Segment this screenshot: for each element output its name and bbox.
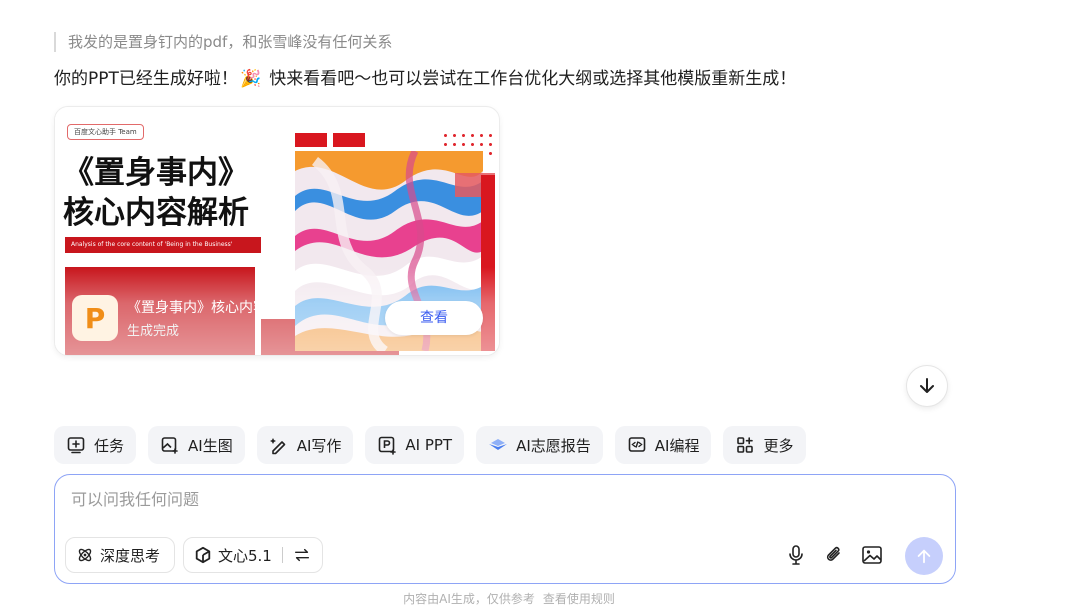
ppt-icon — [379, 436, 397, 455]
quick-action-more[interactable]: 更多 — [723, 426, 806, 464]
quick-action-label: 任务 — [94, 436, 125, 455]
ppt-file-status: 生成完成 — [127, 324, 180, 339]
slide-red-bar — [333, 133, 365, 147]
quick-action-label: AI生图 — [188, 436, 233, 455]
quoted-message: 我发的是置身钉内的pdf，和张雪峰没有任何关系 — [54, 32, 392, 52]
arrow-down-icon — [920, 378, 934, 393]
report-icon — [489, 439, 508, 450]
divider — [281, 547, 283, 563]
quick-action-task[interactable]: 任务 — [54, 426, 137, 464]
attach-button[interactable] — [820, 541, 848, 569]
quick-action-ai-report[interactable]: AI志愿报告 — [476, 426, 603, 464]
slide-title: 《置身事内》 核心内容解析 — [63, 153, 249, 233]
paperclip-icon — [826, 546, 840, 561]
slide-red-bar — [295, 133, 327, 147]
quick-action-label: AI志愿报告 — [516, 436, 591, 455]
task-icon — [67, 437, 85, 454]
grid-icon — [737, 437, 754, 453]
pen-icon — [269, 438, 286, 455]
arrow-up-icon — [917, 549, 931, 564]
image-gen-icon — [161, 437, 178, 454]
ppt-file-icon: P — [72, 295, 118, 341]
quick-action-ai-image[interactable]: AI生图 — [148, 426, 245, 464]
quick-action-label: AI PPT — [405, 436, 453, 454]
image-icon — [862, 546, 882, 564]
ppt-file-name: 《置身事内》核心内容解析 — [127, 300, 295, 316]
party-emoji: 🎉 — [240, 69, 262, 89]
reply-text-after: 快来看看吧～也可以尝试在工作台优化大纲或选择其他模版重新生成！ — [263, 69, 797, 89]
chat-input[interactable] — [71, 487, 771, 511]
microphone-button[interactable] — [782, 541, 810, 569]
quick-actions-bar: 任务 AI生图 AI写作 AI PPT AI志愿报告 AI编程 更多 — [54, 426, 806, 464]
model-label: 文心5.1 — [218, 546, 272, 565]
assistant-reply: 你的PPT已经生成好啦！ 🎉 快来看看吧～也可以尝试在工作台优化大纲或选择其他模版… — [54, 67, 796, 91]
atom-icon — [78, 548, 92, 562]
quick-action-ai-ppt[interactable]: AI PPT — [365, 426, 465, 464]
quick-action-label: 更多 — [763, 436, 794, 455]
slide-title-line1: 《置身事内》 — [63, 155, 249, 191]
footer-disclaimer: 内容由AI生成，仅供参考 查看使用规则 — [0, 590, 1010, 607]
quick-action-label: AI编程 — [654, 436, 700, 455]
slide-title-line2: 核心内容解析 — [63, 195, 249, 231]
quick-action-ai-coding[interactable]: AI编程 — [614, 426, 712, 464]
disclaimer-text: 内容由AI生成，仅供参考 — [403, 592, 535, 606]
image-upload-button[interactable] — [858, 541, 886, 569]
code-icon — [628, 437, 646, 452]
view-button[interactable]: 查看 — [385, 301, 483, 335]
switch-arrows-icon[interactable] — [293, 546, 311, 564]
ppt-result-card[interactable]: 百度文心助手 Team 《置身事内》 核心内容解析 Analysis of th… — [54, 106, 500, 356]
model-selector[interactable]: 文心5.1 — [183, 537, 323, 573]
quick-action-ai-writing[interactable]: AI写作 — [256, 426, 354, 464]
send-button[interactable] — [905, 537, 943, 575]
model-logo-icon — [195, 546, 211, 564]
deep-think-label: 深度思考 — [100, 546, 161, 565]
quick-action-label: AI写作 — [296, 436, 342, 455]
usage-rules-link[interactable]: 查看使用规则 — [543, 592, 615, 606]
reply-text-before: 你的PPT已经生成好啦！ — [54, 69, 238, 89]
slide-tag: 百度文心助手 Team — [67, 124, 144, 140]
scroll-to-bottom-button[interactable] — [906, 365, 948, 407]
chat-composer: 深度思考 文心5.1 — [54, 474, 956, 584]
deep-think-toggle[interactable]: 深度思考 — [65, 537, 175, 573]
microphone-icon — [789, 545, 803, 565]
slide-subtitle: Analysis of the core content of 'Being i… — [65, 237, 261, 253]
